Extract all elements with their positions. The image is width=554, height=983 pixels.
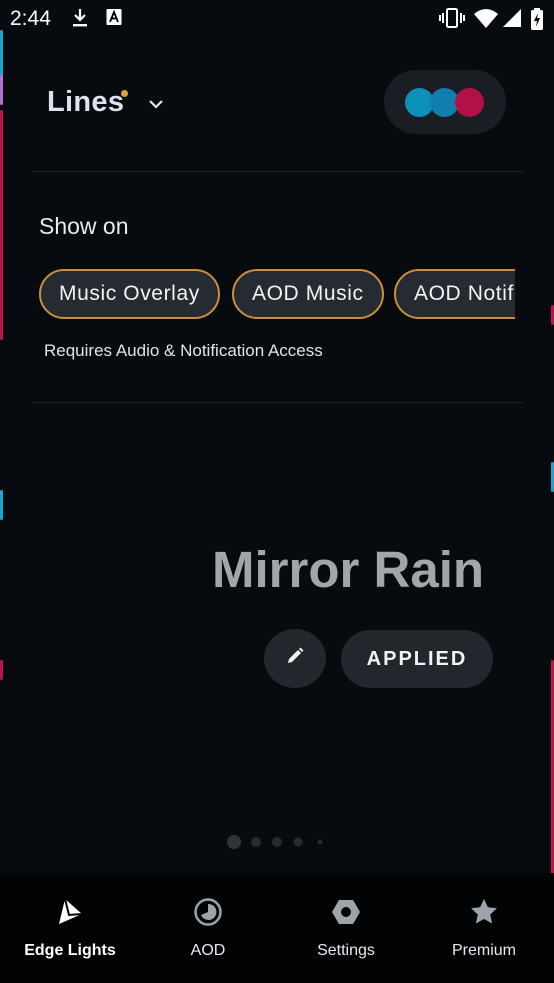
applied-button[interactable]: APPLIED (341, 630, 493, 688)
nav-label-aod: AOD (190, 942, 226, 959)
edge-light-left-pink (0, 110, 3, 340)
page-indicator-4 (293, 837, 303, 847)
nav-aod[interactable]: AOD (139, 873, 277, 983)
download-icon (72, 8, 88, 33)
requirement-text: Requires Audio & Notification Access (44, 341, 323, 360)
style-title: Lines (47, 86, 125, 118)
page-indicator-3 (272, 837, 282, 847)
nav-edge-lights[interactable]: Edge Lights (1, 873, 139, 983)
battery-charging-icon (530, 8, 544, 35)
page-indicator-5 (317, 839, 323, 845)
chip-music-overlay[interactable]: Music Overlay (39, 269, 220, 319)
color-dot-3 (455, 88, 484, 117)
edge-light-left-blue-2 (0, 490, 3, 520)
status-time: 2:44 (10, 7, 51, 30)
edge-light-left-pink-2 (0, 660, 3, 680)
edit-button[interactable] (264, 629, 326, 688)
preview-style-name: Mirror Rain (212, 541, 485, 598)
color-palette-button[interactable] (384, 70, 506, 134)
nav-label-settings: Settings (317, 942, 375, 959)
signal-icon (503, 8, 521, 33)
vibrate-icon (439, 8, 465, 33)
nav-premium[interactable]: Premium (415, 873, 553, 983)
page-indicator-2 (251, 837, 261, 847)
nav-label-premium: Premium (451, 942, 516, 959)
show-on-label: Show on (39, 213, 129, 239)
nav-settings[interactable]: Settings (277, 873, 415, 983)
star-icon (469, 897, 499, 932)
page-indicator-1 (227, 835, 241, 849)
style-selector[interactable]: Lines (47, 86, 164, 119)
edge-lights-icon (55, 897, 85, 932)
chevron-down-icon (148, 96, 164, 114)
aod-clock-icon (193, 897, 223, 932)
new-indicator-dot (121, 90, 128, 97)
wifi-icon (474, 8, 498, 33)
pencil-icon (285, 646, 305, 671)
chip-aod-notification[interactable]: AOD Notifi (394, 269, 515, 319)
edge-light-left-purple (0, 75, 3, 105)
divider-top (32, 171, 523, 172)
show-on-chips: Music Overlay AOD Music AOD Notifi (39, 269, 515, 319)
chip-aod-music[interactable]: AOD Music (232, 269, 384, 319)
status-bar: 2:44 (0, 0, 554, 38)
settings-hexagon-icon (331, 897, 361, 932)
nav-label-edge-lights: Edge Lights (24, 942, 116, 959)
bottom-navigation: Edge Lights AOD Settings Premium (0, 873, 554, 983)
a-letter-icon (106, 8, 122, 31)
divider-middle (32, 402, 523, 403)
